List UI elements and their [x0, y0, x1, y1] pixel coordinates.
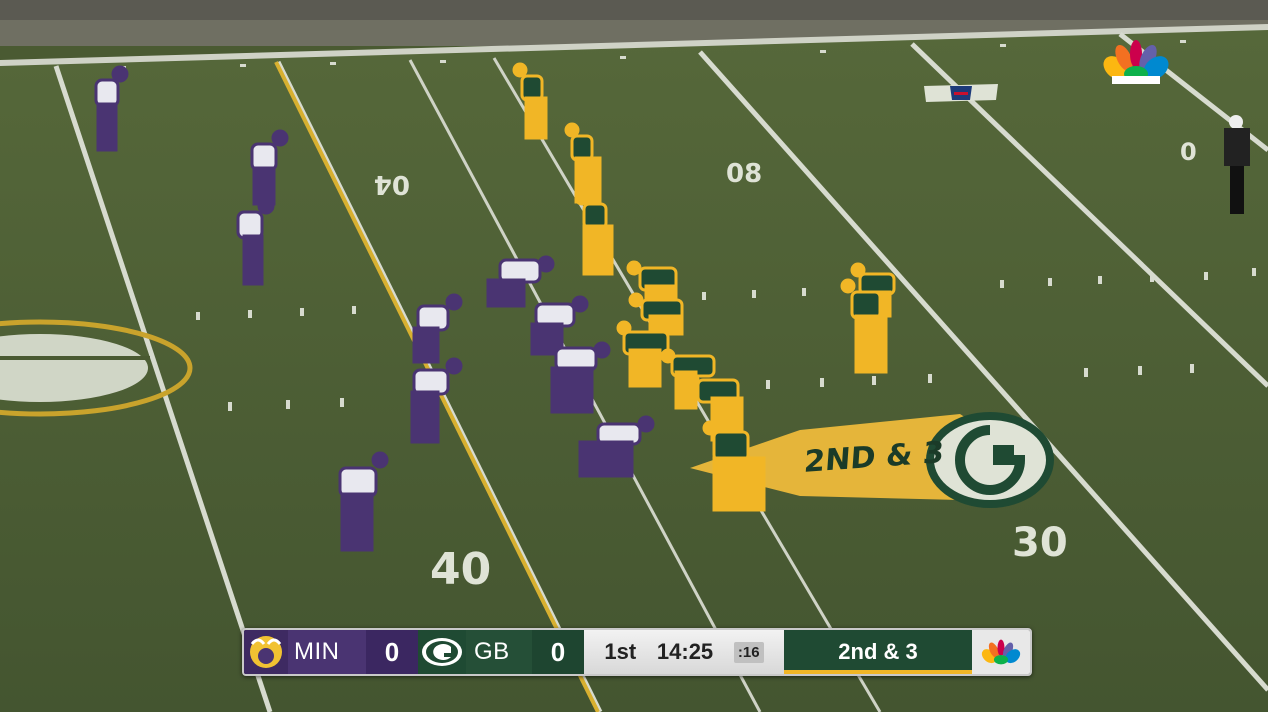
- home-team-abbr: GB: [466, 630, 532, 674]
- play-clock: :16: [733, 641, 764, 663]
- game-clock-area: 1st 14:25 :16: [584, 630, 784, 674]
- vikings-player: [236, 197, 275, 286]
- down-distance-label: 2nd & 3: [784, 630, 972, 674]
- vikings-logo-icon: [244, 630, 288, 674]
- game-clock: 14:25: [656, 639, 714, 664]
- vikings-player: [250, 129, 289, 206]
- packers-player: [574, 190, 614, 276]
- nbc-peacock-icon: [972, 630, 1030, 674]
- packers-player: [512, 62, 548, 140]
- away-team-abbr: MIN: [288, 630, 366, 674]
- vikings-player: [486, 255, 555, 308]
- vikings-player: [530, 295, 589, 356]
- vikings-player: [410, 357, 463, 444]
- home-team-score: 0: [532, 630, 584, 674]
- nfl-shield-icon: [924, 84, 998, 102]
- vikings-players: [94, 65, 655, 552]
- nbc-peacock-icon: [1103, 40, 1169, 84]
- packers-player: [628, 292, 684, 336]
- players-layer: [94, 62, 1250, 552]
- packers-player: [564, 122, 602, 204]
- packers-player: [840, 278, 888, 374]
- vikings-player: [94, 65, 129, 152]
- scorebug: MIN 0 GB 0 1st 14:25 :16 2nd & 3: [242, 628, 1032, 676]
- packers-logo-icon: [418, 630, 466, 674]
- vikings-player: [578, 415, 655, 478]
- quarter-label: 1st: [604, 639, 637, 664]
- referee: [1224, 115, 1250, 214]
- vikings-player: [550, 341, 611, 414]
- packers-player: [616, 320, 670, 388]
- vikings-player: [412, 293, 463, 364]
- packers-player: [702, 420, 766, 512]
- vikings-player: [338, 451, 389, 552]
- away-team-score: 0: [366, 630, 418, 674]
